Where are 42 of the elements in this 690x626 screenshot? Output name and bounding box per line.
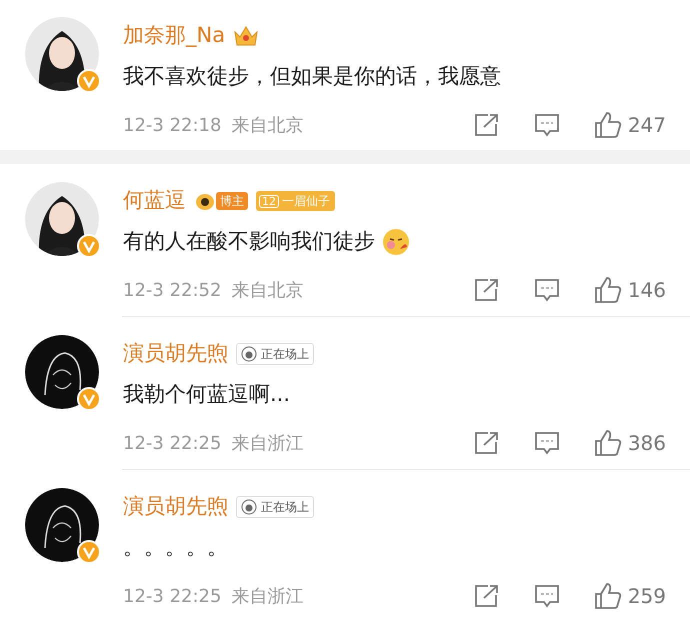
comment-text: 。。。。。 <box>123 534 228 562</box>
share-icon[interactable] <box>474 584 500 608</box>
verified-badge-icon <box>77 69 101 93</box>
username[interactable]: 何蓝逗 <box>123 185 186 217</box>
crown-icon <box>233 24 260 48</box>
timestamp: 12-3 22:25 <box>123 432 222 456</box>
like-icon[interactable] <box>594 429 622 457</box>
location-text: 来自北京 <box>231 278 304 302</box>
like-icon[interactable] <box>594 582 622 610</box>
share-icon[interactable] <box>474 113 500 137</box>
emoji-icon <box>381 227 411 257</box>
like-icon[interactable] <box>594 276 622 304</box>
location-text: 来自北京 <box>231 114 304 138</box>
level-badge: 12 一眉仙子 <box>256 191 335 211</box>
comment-icon[interactable] <box>534 278 560 302</box>
comment-icon[interactable] <box>534 431 560 455</box>
status-badge: 正在场上 <box>236 496 314 518</box>
location-text: 来自浙江 <box>231 584 304 608</box>
share-icon[interactable] <box>474 278 500 302</box>
verified-badge-icon <box>77 540 101 564</box>
username[interactable]: 演员胡先煦 <box>123 491 228 523</box>
timestamp: 12-3 22:52 <box>123 278 222 302</box>
like-count: 386 <box>628 430 666 457</box>
comment-icon[interactable] <box>534 584 560 608</box>
like-count: 146 <box>628 277 666 304</box>
like-icon[interactable] <box>594 111 622 139</box>
like-count: 247 <box>628 112 666 139</box>
comment-text: 我不喜欢徒步，但如果是你的话，我愿意 <box>123 63 501 90</box>
timestamp: 12-3 22:25 <box>123 584 222 608</box>
share-icon[interactable] <box>474 431 500 455</box>
username[interactable]: 加奈那_Na <box>123 20 226 52</box>
comment-text: 有的人在酸不影响我们徒步 <box>123 228 375 256</box>
timestamp: 12-3 22:18 <box>123 114 222 138</box>
username[interactable]: 演员胡先煦 <box>123 338 228 370</box>
comment-text: 我勒个何蓝逗啊... <box>123 381 290 408</box>
verified-badge-icon <box>77 234 101 258</box>
status-badge: 正在场上 <box>236 343 314 365</box>
like-count: 259 <box>628 583 666 610</box>
location-text: 来自浙江 <box>231 432 304 456</box>
verified-badge-icon <box>77 387 101 411</box>
comment-icon[interactable] <box>534 113 560 137</box>
blogger-badge: 博主 <box>216 192 248 210</box>
